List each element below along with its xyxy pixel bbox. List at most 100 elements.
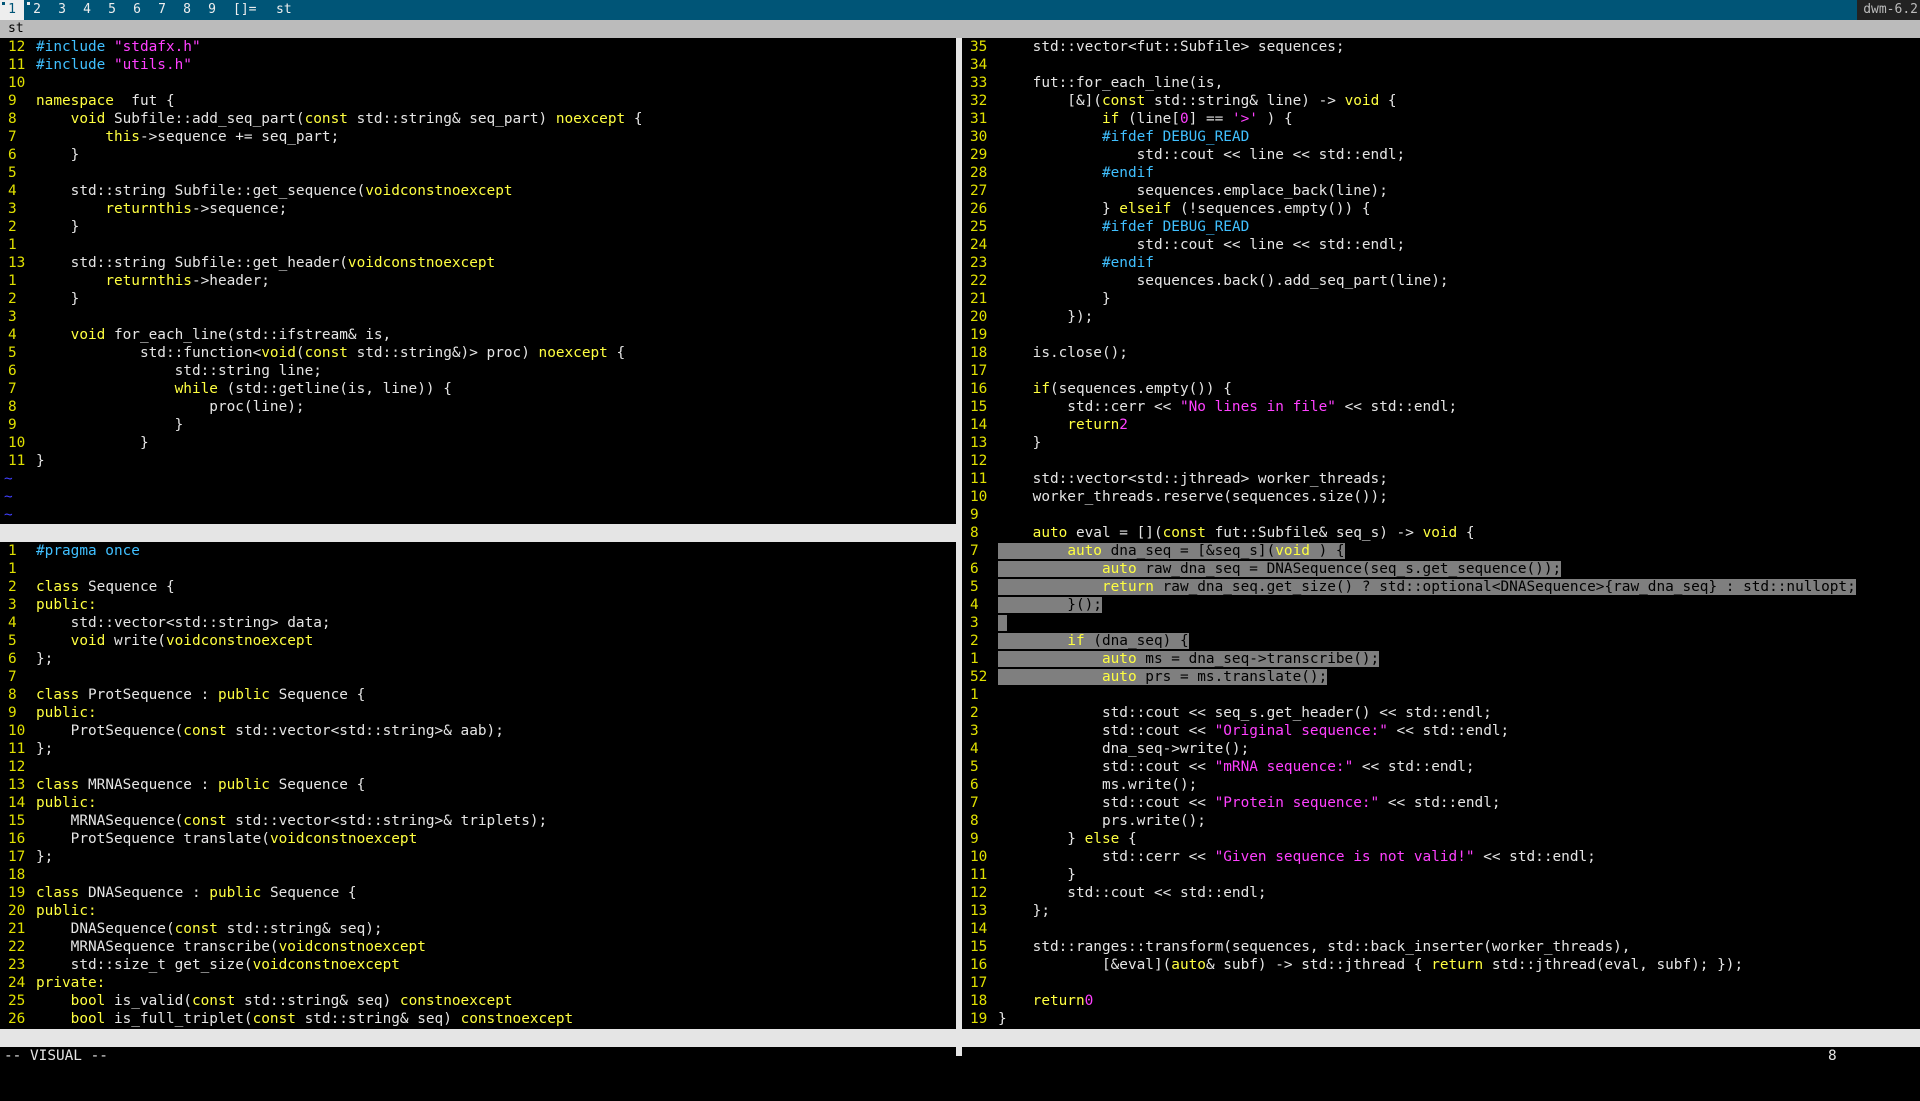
code-line[interactable]: 3 std::cout << "Original sequence:" << s… [962,722,1920,740]
layout-indicator[interactable]: []= [233,0,256,20]
code-line[interactable]: 4 std::string Subfile::get_sequence(void… [0,182,956,200]
code-line[interactable]: 3 public: [0,596,956,614]
code-line[interactable]: 15 std::ranges::transform(sequences, std… [962,938,1920,956]
code-line[interactable]: 26 } elseif (!sequences.empty()) { [962,200,1920,218]
code-line[interactable]: 5 [0,164,956,182]
code-line[interactable]: 8 proc(line); [0,398,956,416]
code-line[interactable]: 6 std::string line; [0,362,956,380]
code-line[interactable]: 11 } [962,866,1920,884]
code-line[interactable]: 25 bool is_valid(const std::string& seq)… [0,992,956,1010]
code-line[interactable]: 22 sequences.back().add_seq_part(line); [962,272,1920,290]
code-line[interactable]: 2 } [0,290,956,308]
code-line[interactable]: 10 worker_threads.reserve(sequences.size… [962,488,1920,506]
code-line[interactable]: 13 }; [962,902,1920,920]
code-line[interactable]: 5 std::cout << "mRNA sequence:" << std::… [962,758,1920,776]
code-line[interactable]: 18 is.close(); [962,344,1920,362]
code-line[interactable]: 1 #pragma once [0,542,956,560]
editor-pane-subf[interactable]: 12 #include "stdafx.h" 11 #include "utils.h… [0,38,956,524]
code-line[interactable]: 2 } [0,218,956,236]
code-line[interactable]: 19 [962,326,1920,344]
code-line[interactable]: 2 class Sequence { [0,578,956,596]
code-line[interactable]: 7 [0,668,956,686]
tag-1[interactable]: 1 [0,0,24,20]
code-line[interactable]: 9 } else { [962,830,1920,848]
code-line[interactable]: 33 fut::for_each_line(is, [962,74,1920,92]
code-line[interactable]: 27 sequences.emplace_back(line); [962,182,1920,200]
editor-pane-lib[interactable]: 1 #pragma once 1 2 class Sequence {3 public: 4… [0,542,956,1029]
code-line[interactable]: 1 [0,560,956,578]
tag-2[interactable]: 2 [25,0,49,20]
tag-3[interactable]: 3 [50,0,74,20]
code-line[interactable]: 30 #ifdef DEBUG_READ [962,128,1920,146]
code-line[interactable]: 8 void Subfile::add_seq_part(const std::… [0,110,956,128]
code-line[interactable]: 3 [0,308,956,326]
code-line[interactable]: 12 std::cout << std::endl; [962,884,1920,902]
code-line[interactable]: 4 std::vector<std::string> data; [0,614,956,632]
code-line[interactable]: 18 return0 [962,992,1920,1010]
code-line[interactable]: 7 while (std::getline(is, line)) { [0,380,956,398]
code-line[interactable]: 10 ProtSequence(const std::vector<std::s… [0,722,956,740]
code-line[interactable]: 6 } [0,146,956,164]
code-line[interactable]: 13 class MRNASequence : public Sequence { [0,776,956,794]
code-line[interactable]: 12 [962,452,1920,470]
code-line[interactable]: 52 auto prs = ms.translate(); [962,668,1920,686]
code-line[interactable]: 34 [962,56,1920,74]
code-line[interactable]: 15 std::cerr << "No lines in file" << st… [962,398,1920,416]
code-line[interactable]: 4 }(); [962,596,1920,614]
code-line[interactable]: 20 public: [0,902,956,920]
code-line[interactable]: 23 std::size_t get_size(voidconstnoexcep… [0,956,956,974]
tag-8[interactable]: 8 [175,0,199,20]
tag-9[interactable]: 9 [200,0,224,20]
code-line[interactable]: 10 } [0,434,956,452]
code-line[interactable]: 14 public: [0,794,956,812]
code-line[interactable]: 3 [962,614,1920,632]
code-line[interactable]: 4 void for_each_line(std::ifstream& is, [0,326,956,344]
code-line[interactable]: 7 std::cout << "Protein sequence:" << st… [962,794,1920,812]
code-line[interactable]: 12 #include "stdafx.h" [0,38,956,56]
code-line[interactable]: 8 auto eval = [](const fut::Subfile& seq… [962,524,1920,542]
code-line[interactable]: 22 MRNASequence transcribe(voidconstnoex… [0,938,956,956]
code-line[interactable]: 31 if (line[0] == '>' ) { [962,110,1920,128]
code-line[interactable]: 9 [962,506,1920,524]
code-line[interactable]: 15 MRNASequence(const std::vector<std::s… [0,812,956,830]
code-line[interactable]: 17 [962,362,1920,380]
code-line[interactable]: 7 auto dna_seq = [&seq_s](void ) { [962,542,1920,560]
code-line[interactable]: 28 #endif [962,164,1920,182]
code-line[interactable]: 6 auto raw_dna_seq = DNASequence(seq_s.g… [962,560,1920,578]
code-line[interactable]: 12 [0,758,956,776]
code-line[interactable]: 5 void write(voidconstnoexcept [0,632,956,650]
code-line[interactable]: 16 [&eval](auto& subf) -> std::jthread {… [962,956,1920,974]
tag-7[interactable]: 7 [150,0,174,20]
code-line[interactable]: 1 [962,686,1920,704]
code-line[interactable]: 1 returnthis->header; [0,272,956,290]
code-line[interactable]: 9 } [0,416,956,434]
code-line[interactable]: 24 std::cout << line << std::endl; [962,236,1920,254]
tag-4[interactable]: 4 [75,0,99,20]
code-line[interactable]: 26 bool is_full_triplet(const std::strin… [0,1010,956,1028]
code-line[interactable]: 4 dna_seq->write(); [962,740,1920,758]
code-line[interactable]: 14 return2 [962,416,1920,434]
tag-6[interactable]: 6 [125,0,149,20]
code-line[interactable]: 11 std::vector<std::jthread> worker_thre… [962,470,1920,488]
code-line[interactable]: 16 if(sequences.empty()) { [962,380,1920,398]
code-line[interactable]: 23 #endif [962,254,1920,272]
code-line[interactable]: 24 private: [0,974,956,992]
code-line[interactable]: 11 #include "utils.h" [0,56,956,74]
code-line[interactable]: 7 this->sequence += seq_part; [0,128,956,146]
code-line[interactable]: 1 [0,236,956,254]
code-line[interactable]: 14 [962,920,1920,938]
code-line[interactable]: 3 returnthis->sequence; [0,200,956,218]
code-line[interactable]: 2 if (dna_seq) { [962,632,1920,650]
code-line[interactable]: 6 ms.write(); [962,776,1920,794]
editor-pane-main[interactable]: 35 std::vector<fut::Subfile> sequences; 3… [962,38,1920,1029]
code-line[interactable]: 11}; [0,740,956,758]
code-line[interactable]: 2 std::cout << seq_s.get_header() << std… [962,704,1920,722]
code-line[interactable]: 16 ProtSequence translate(voidconstnoexc… [0,830,956,848]
code-line[interactable]: 19 class DNASequence : public Sequence { [0,884,956,902]
code-line[interactable]: 9 namespace fut { [0,92,956,110]
code-line[interactable]: 17}; [0,848,956,866]
code-line[interactable]: 13 } [962,434,1920,452]
code-line[interactable]: 11} [0,452,956,470]
code-line[interactable]: 13 std::string Subfile::get_header(voidc… [0,254,956,272]
code-line[interactable]: 21 } [962,290,1920,308]
